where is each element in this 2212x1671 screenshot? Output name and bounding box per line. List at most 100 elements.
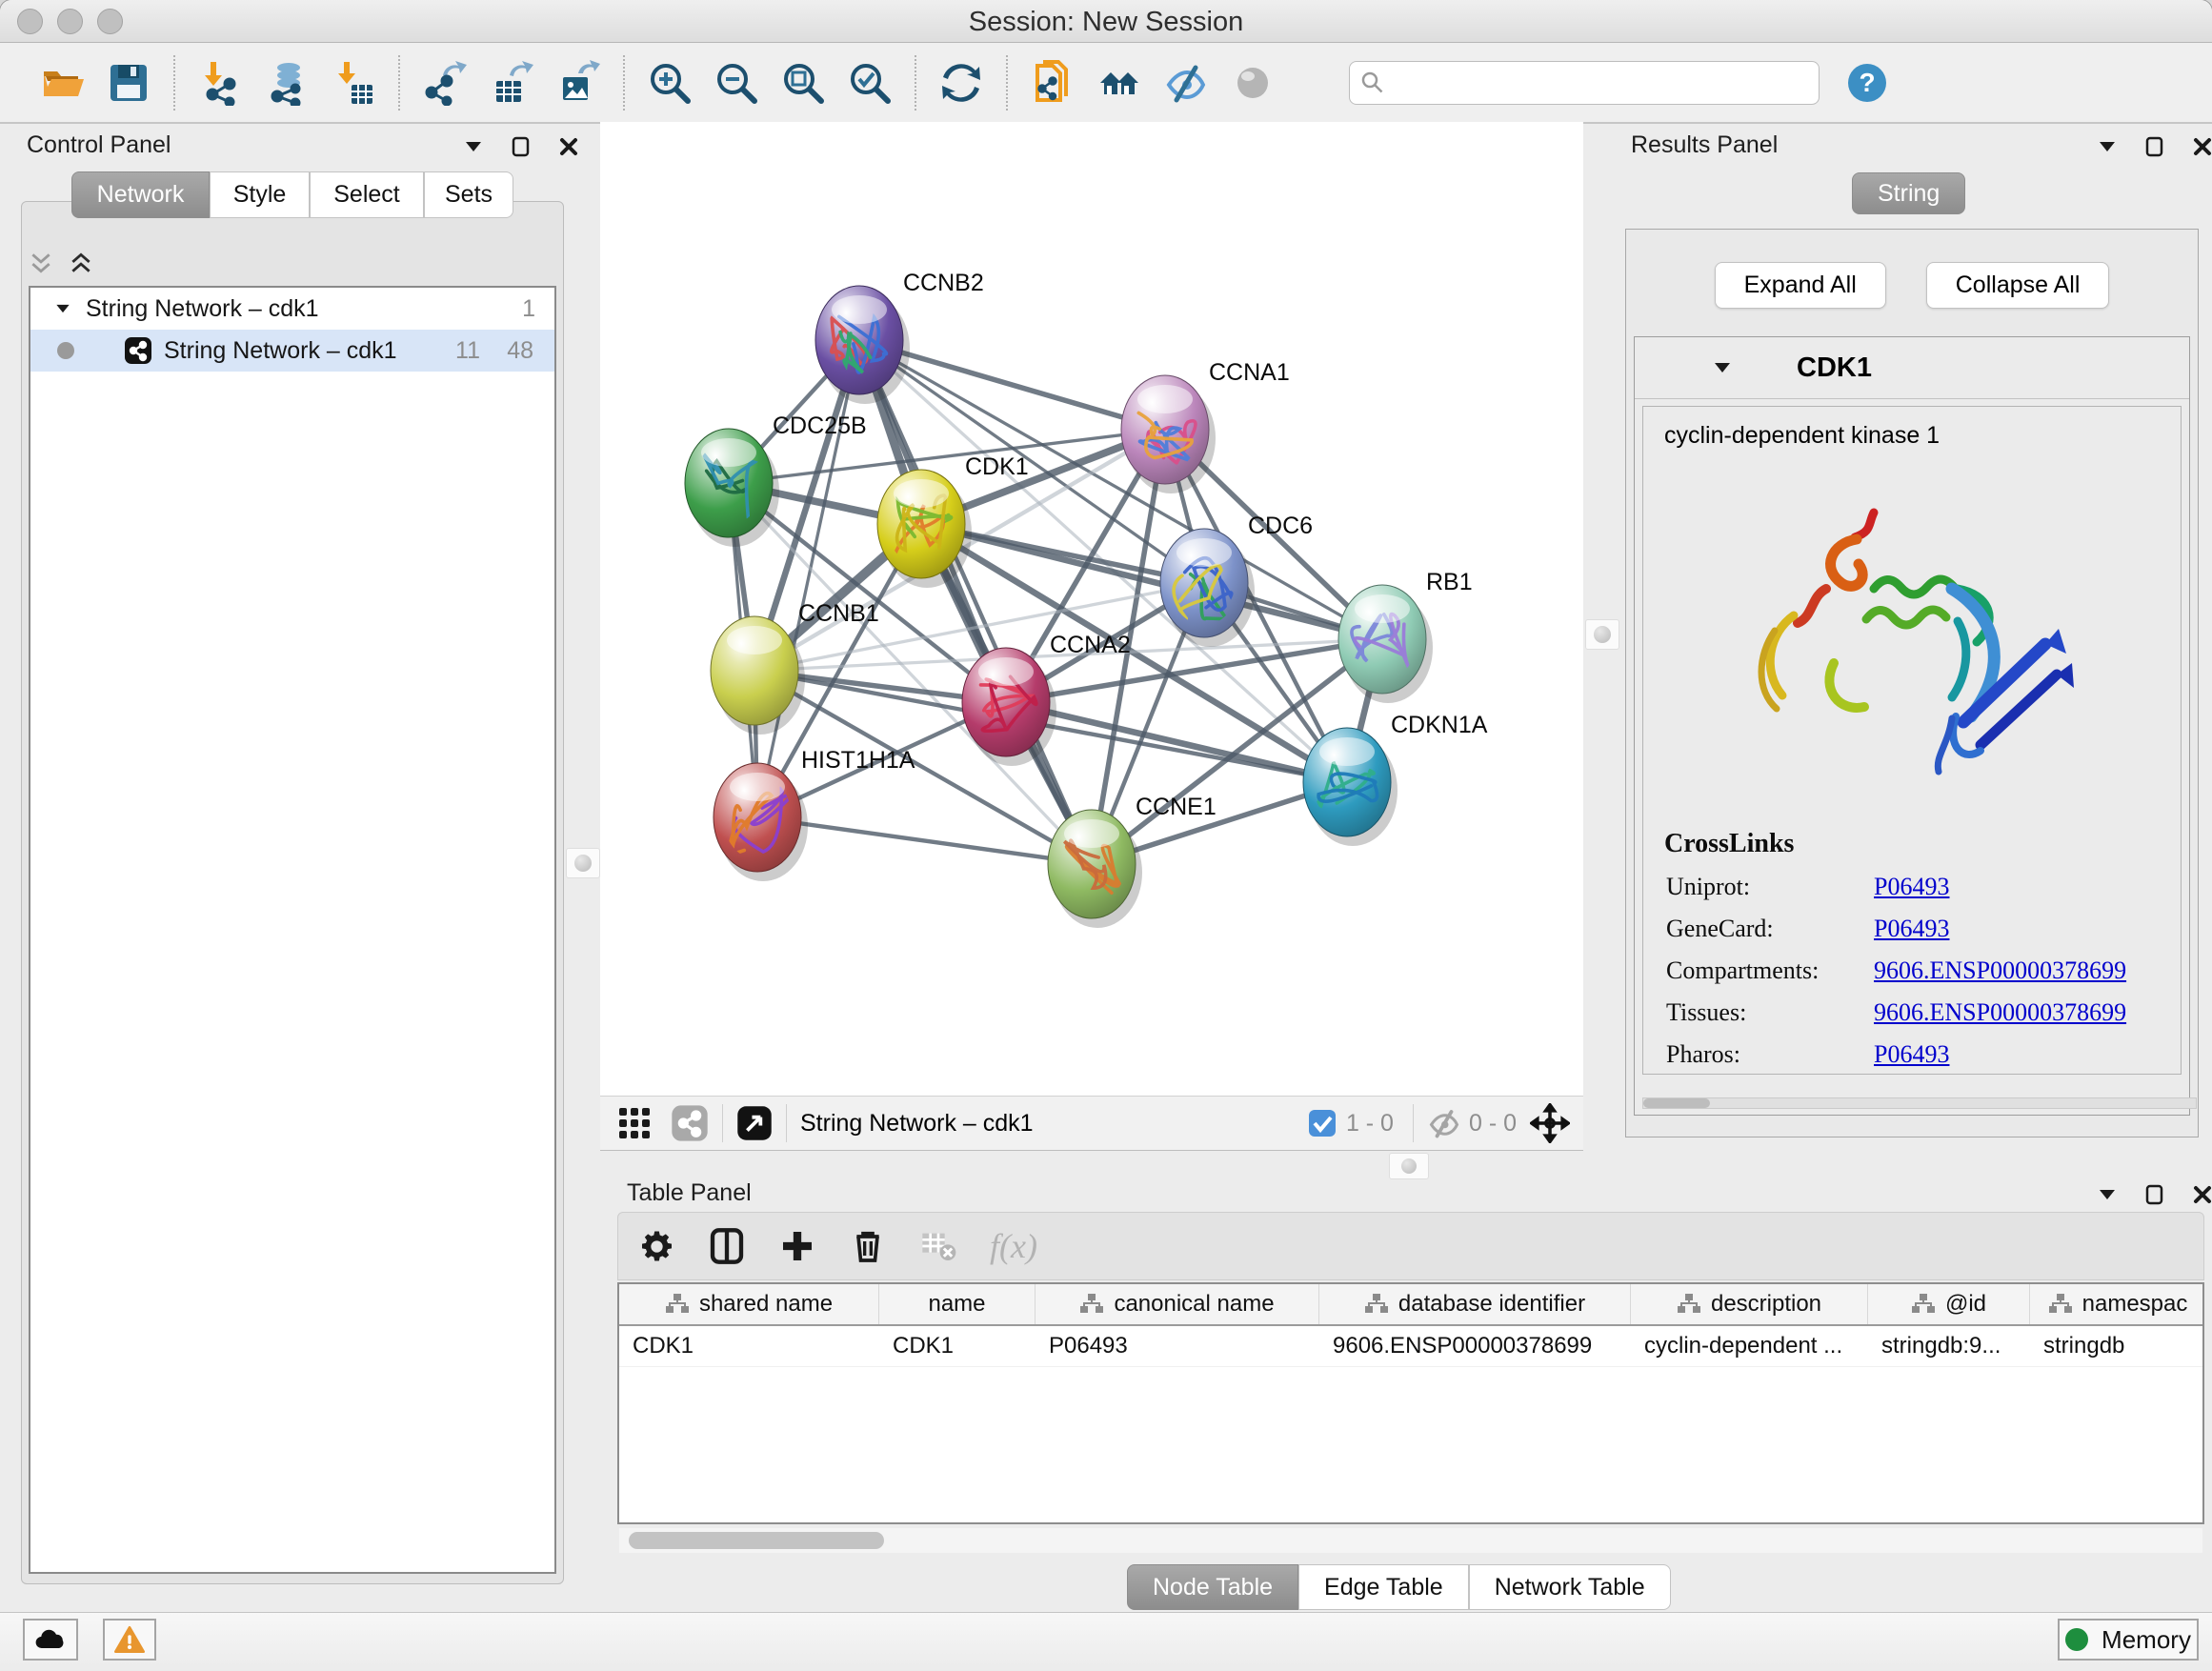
- tab-select[interactable]: Select: [310, 171, 424, 218]
- tab-network-table[interactable]: Network Table: [1469, 1564, 1671, 1610]
- table-cell[interactable]: stringdb: [2030, 1326, 2204, 1366]
- selected-checkbox-icon[interactable]: [1308, 1109, 1337, 1137]
- table-cell[interactable]: CDK1: [619, 1326, 879, 1366]
- collapse-all-networks-icon[interactable]: [29, 251, 53, 275]
- table-options-gear-icon[interactable]: [637, 1227, 675, 1265]
- hide-selected-icon[interactable]: [1161, 58, 1211, 108]
- column-header[interactable]: shared name: [619, 1284, 879, 1324]
- table-panel-float-icon[interactable]: [2143, 1183, 2166, 1206]
- network-node-cdc6[interactable]: CDC6: [1160, 513, 1313, 647]
- zoom-in-icon[interactable]: [645, 58, 694, 108]
- birds-eye-view-icon[interactable]: [736, 1105, 773, 1141]
- tab-style[interactable]: Style: [210, 171, 310, 218]
- add-column-icon[interactable]: [778, 1227, 816, 1265]
- table-cell[interactable]: stringdb:9...: [1868, 1326, 2030, 1366]
- network-node-rb1[interactable]: RB1: [1338, 569, 1473, 703]
- node-label: CDK1: [965, 453, 1029, 480]
- crosslink-genecard-link[interactable]: P06493: [1874, 915, 1949, 943]
- control-panel-float-icon[interactable]: [510, 135, 533, 158]
- hidden-eye-icon[interactable]: [1427, 1106, 1461, 1140]
- export-table-icon[interactable]: [487, 58, 536, 108]
- table-panel-menu-icon[interactable]: [2096, 1183, 2119, 1206]
- table-panel-title: Table Panel: [627, 1179, 752, 1207]
- tab-network[interactable]: Network: [71, 171, 210, 218]
- warnings-button[interactable]: [103, 1619, 156, 1661]
- show-columns-icon[interactable]: [708, 1227, 746, 1265]
- crosslink-pharos-link[interactable]: P06493: [1874, 1040, 1949, 1069]
- zoom-selected-icon[interactable]: [845, 58, 895, 108]
- left-splitter-handle[interactable]: [566, 848, 600, 878]
- help-icon[interactable]: ?: [1842, 58, 1892, 108]
- crosslink-label: Compartments:: [1666, 956, 1874, 985]
- first-neighbors-icon[interactable]: [1095, 58, 1144, 108]
- column-header[interactable]: canonical name: [1036, 1284, 1319, 1324]
- function-builder-icon[interactable]: f(x): [990, 1226, 1037, 1266]
- column-header[interactable]: @id: [1868, 1284, 2030, 1324]
- node-label: HIST1H1A: [801, 747, 915, 774]
- results-horizontal-scrollbar[interactable]: [1642, 1097, 2197, 1109]
- table-cell[interactable]: CDK1: [879, 1326, 1036, 1366]
- collapse-all-button[interactable]: Collapse All: [1926, 262, 2110, 309]
- table-panel-close-icon[interactable]: [2191, 1183, 2212, 1206]
- grid-view-icon[interactable]: [615, 1104, 654, 1142]
- tab-string[interactable]: String: [1852, 172, 1965, 214]
- table-horizontal-scrollbar[interactable]: [619, 1528, 2202, 1553]
- tab-node-table[interactable]: Node Table: [1127, 1564, 1298, 1610]
- cloud-status-button[interactable]: [23, 1619, 78, 1661]
- column-header[interactable]: name: [879, 1284, 1036, 1324]
- delete-table-icon[interactable]: [919, 1227, 957, 1265]
- column-header[interactable]: database identifier: [1319, 1284, 1631, 1324]
- network-node-ccna1[interactable]: CCNA1: [1121, 359, 1290, 493]
- table-cell[interactable]: P06493: [1036, 1326, 1319, 1366]
- network-canvas[interactable]: CCNB2CCNA1CDC25BCDK1CDC6RB1CCNB1CCNA2CDK…: [600, 122, 1583, 1096]
- new-network-from-selection-icon[interactable]: [1028, 58, 1077, 108]
- crosslinks-title: CrossLinks: [1664, 829, 2181, 859]
- network-node-ccnb2[interactable]: CCNB2: [815, 270, 984, 404]
- export-network-icon[interactable]: [420, 58, 470, 108]
- pan-crosshair-icon[interactable]: [1530, 1103, 1570, 1143]
- crosslink-uniprot-link[interactable]: P06493: [1874, 873, 1949, 901]
- crosslink-tissues-link[interactable]: 9606.ENSP00000378699: [1874, 998, 2126, 1027]
- network-share-icon: [124, 336, 152, 365]
- network-node-ccnb1[interactable]: CCNB1: [711, 600, 879, 735]
- network-node-cdc25b[interactable]: CDC25B: [685, 413, 867, 547]
- network-row[interactable]: String Network – cdk1 11 48: [30, 330, 554, 372]
- tab-sets[interactable]: Sets: [424, 171, 513, 218]
- expand-all-networks-icon[interactable]: [69, 251, 93, 275]
- column-header[interactable]: description: [1631, 1284, 1868, 1324]
- collection-expanded-icon[interactable]: [53, 299, 72, 318]
- network-node-ccne1[interactable]: CCNE1: [1048, 794, 1217, 928]
- table-cell[interactable]: cyclin-dependent ...: [1631, 1326, 1868, 1366]
- search-input[interactable]: [1349, 61, 1820, 105]
- network-collection-row[interactable]: String Network – cdk1 1: [30, 288, 554, 330]
- network-node-hist1h1a[interactable]: HIST1H1A: [714, 747, 915, 881]
- right-splitter-handle[interactable]: [1585, 619, 1619, 650]
- control-panel-close-icon[interactable]: [557, 135, 580, 158]
- show-all-icon[interactable]: [1228, 58, 1277, 108]
- results-panel-close-icon[interactable]: [2191, 135, 2212, 158]
- node-label: RB1: [1426, 569, 1473, 595]
- table-cell[interactable]: 9606.ENSP00000378699: [1319, 1326, 1631, 1366]
- memory-button[interactable]: Memory: [2058, 1619, 2199, 1661]
- export-image-icon[interactable]: [553, 58, 603, 108]
- open-session-icon[interactable]: [37, 58, 87, 108]
- gene-collapse-icon[interactable]: [1711, 356, 1734, 379]
- crosslink-compartments-link[interactable]: 9606.ENSP00000378699: [1874, 956, 2126, 985]
- network-node-cdkn1a[interactable]: CDKN1A: [1303, 712, 1488, 846]
- import-network-from-database-icon[interactable]: [262, 58, 312, 108]
- share-view-icon[interactable]: [671, 1104, 709, 1142]
- import-network-from-file-icon[interactable]: [195, 58, 245, 108]
- refresh-icon[interactable]: [936, 58, 986, 108]
- import-table-from-file-icon[interactable]: [329, 58, 378, 108]
- column-header[interactable]: namespac: [2030, 1284, 2204, 1324]
- delete-column-icon[interactable]: [849, 1227, 887, 1265]
- results-panel-float-icon[interactable]: [2143, 135, 2166, 158]
- save-session-icon[interactable]: [104, 58, 153, 108]
- zoom-out-icon[interactable]: [712, 58, 761, 108]
- tab-edge-table[interactable]: Edge Table: [1298, 1564, 1469, 1610]
- results-panel-menu-icon[interactable]: [2096, 135, 2119, 158]
- zoom-fit-content-icon[interactable]: [778, 58, 828, 108]
- expand-all-button[interactable]: Expand All: [1715, 262, 1886, 309]
- bottom-splitter-handle[interactable]: [1389, 1153, 1429, 1179]
- control-panel-menu-icon[interactable]: [462, 135, 485, 158]
